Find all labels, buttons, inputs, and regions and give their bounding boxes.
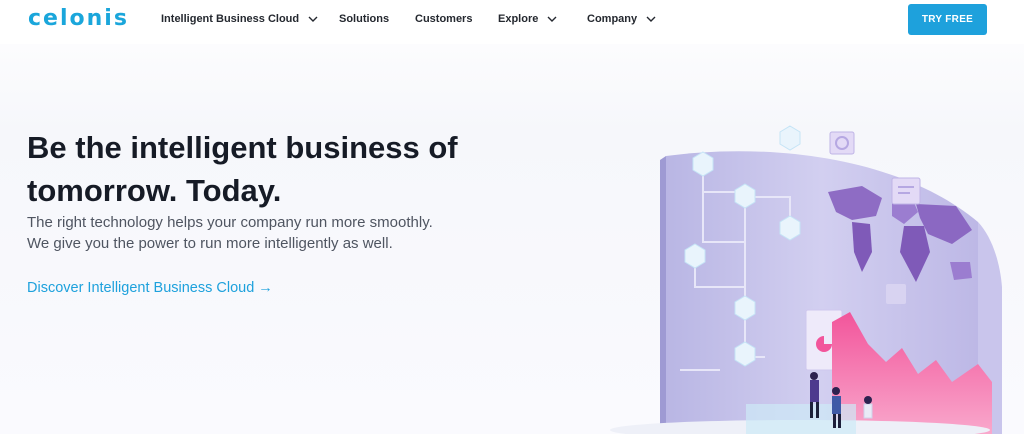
discover-ibc-link[interactable]: Discover Intelligent Business Cloud → [27,280,273,296]
nav-label: Explore [498,13,539,25]
try-free-button[interactable]: TRY FREE [908,4,987,35]
nav-item-explore[interactable]: Explore [498,13,557,25]
nav-label: Intelligent Business Cloud [161,13,300,25]
subtext-line-2: We give you the power to run more intell… [27,235,393,252]
nav-label: Solutions [339,13,390,25]
celonis-logo[interactable]: celonis [28,6,129,31]
hero-subtext: The right technology helps your company … [27,212,497,254]
nav-item-intelligent-business-cloud[interactable]: Intelligent Business Cloud [161,13,318,25]
subtext-line-1: The right technology helps your company … [27,214,433,231]
nav-item-company[interactable]: Company [587,13,656,25]
data-world-map-illustration [610,125,1002,434]
nav-label: Company [587,13,638,25]
chevron-down-icon [547,16,557,23]
top-navigation-bar: celonis Intelligent Business Cloud Solut… [0,0,1024,44]
nav-label: Customers [415,13,473,25]
headline-line-2: tomorrow. Today. [27,173,282,208]
nav-item-customers[interactable]: Customers [415,13,472,25]
hero-headline: Be the intelligent business of tomorrow.… [27,126,497,212]
chevron-down-icon [308,16,318,23]
nav-item-solutions[interactable]: Solutions [339,13,389,25]
chevron-down-icon [646,16,656,23]
headline-line-1: Be the intelligent business of [27,130,458,165]
